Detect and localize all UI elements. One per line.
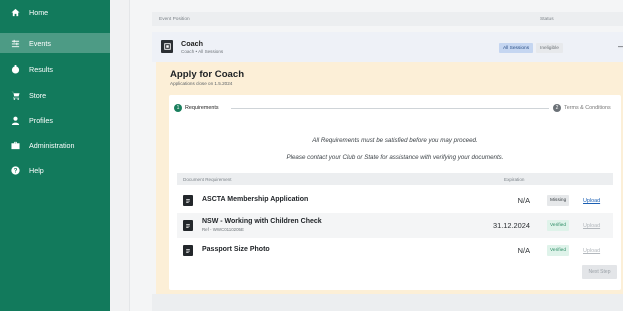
assistance-notice: Please contact your Club or State for as… xyxy=(286,154,504,161)
sidebar-item-label: Administration xyxy=(29,140,75,150)
document-expiration: 31.12.2024 xyxy=(493,221,530,230)
document-status-badge: Missing xyxy=(547,195,570,206)
document-status-badge: Verified xyxy=(547,245,569,256)
sidebar-item-label: Help xyxy=(29,165,44,175)
col-expiration: Expiration xyxy=(504,177,525,182)
status-badge: Ineligible xyxy=(536,43,563,53)
document-icon xyxy=(183,245,193,256)
documents-table-header: Document Requirement Expiration xyxy=(177,173,613,185)
document-expiration: N/A xyxy=(517,196,530,205)
positions-table-header: Event Position Status xyxy=(152,12,623,26)
sidebar-item-results[interactable]: Results xyxy=(0,59,110,79)
sidebar-item-events[interactable]: Events xyxy=(0,33,110,53)
upload-link[interactable]: Upload xyxy=(583,198,600,204)
document-icon xyxy=(183,220,193,231)
sidebar-item-label: Store xyxy=(29,90,47,100)
document-name: Passport Size Photo xyxy=(202,246,270,253)
position-title: Coach xyxy=(181,39,203,48)
step-1-label: Requirements xyxy=(185,105,219,111)
whistle-icon xyxy=(161,40,173,53)
apply-title: Apply for Coach xyxy=(170,69,245,80)
position-subtitle: Coach • All Sessions xyxy=(181,49,224,54)
document-status-badge: Verified xyxy=(547,220,569,231)
document-name: NSW - Working with Children Check xyxy=(202,218,322,225)
home-icon xyxy=(10,7,20,17)
results-icon xyxy=(10,64,20,74)
next-step-button[interactable]: Next Step xyxy=(582,265,617,279)
sidebar-item-label: Profiles xyxy=(29,115,53,125)
step-1-indicator: 1 xyxy=(174,104,182,112)
next-position-row xyxy=(152,294,623,311)
sessions-chip: All Sessions xyxy=(499,43,534,53)
sidebar-item-label: Events xyxy=(29,38,51,48)
profile-icon xyxy=(10,115,20,125)
col-event-position: Event Position xyxy=(159,17,190,22)
sidebar-gutter xyxy=(110,0,130,311)
col-document-requirement: Document Requirement xyxy=(183,177,232,182)
sidebar-item-home[interactable]: Home xyxy=(0,2,110,22)
col-status: Status xyxy=(540,17,554,22)
position-row-coach[interactable]: Coach Coach • All Sessions All Sessions … xyxy=(152,32,623,62)
events-icon xyxy=(10,38,20,48)
svg-text:?: ? xyxy=(13,167,17,174)
step-2-indicator: 2 xyxy=(553,104,561,112)
document-row: NSW - Working with Children Check Ref - … xyxy=(177,213,613,238)
sidebar: Home Events Results Store Profiles Admin… xyxy=(0,0,110,311)
document-row: ASCTA Membership Application N/A Missing… xyxy=(177,188,613,213)
stepper-connector xyxy=(231,108,549,109)
upload-link: Upload xyxy=(583,223,601,229)
document-row: Passport Size Photo N/A Verified Upload xyxy=(177,238,613,263)
collapse-toggle[interactable]: — xyxy=(618,42,623,51)
cart-icon xyxy=(10,90,20,100)
sidebar-item-label: Results xyxy=(29,64,53,74)
document-icon xyxy=(183,195,193,206)
sidebar-item-administration[interactable]: Administration xyxy=(0,135,110,155)
document-reference: Ref - WWC0110205E xyxy=(202,227,244,232)
briefcase-icon xyxy=(10,140,20,150)
apply-panel: Apply for Coach Applications close on 1.… xyxy=(156,62,623,302)
sidebar-item-label: Home xyxy=(29,7,49,17)
requirements-card: 1 Requirements 2 Terms & Conditions All … xyxy=(169,95,621,290)
requirements-notice: All Requirements must be satisfied befor… xyxy=(312,137,478,144)
apply-deadline: Applications close on 1.5.2024 xyxy=(170,81,233,86)
sidebar-item-store[interactable]: Store xyxy=(0,85,110,105)
document-expiration: N/A xyxy=(517,246,530,255)
sidebar-item-profiles[interactable]: Profiles xyxy=(0,110,110,130)
upload-link: Upload xyxy=(583,248,601,254)
help-icon: ? xyxy=(10,165,20,175)
sidebar-item-help[interactable]: ? Help xyxy=(0,160,110,180)
document-name: ASCTA Membership Application xyxy=(202,196,309,203)
step-2-label: Terms & Conditions xyxy=(564,105,611,111)
